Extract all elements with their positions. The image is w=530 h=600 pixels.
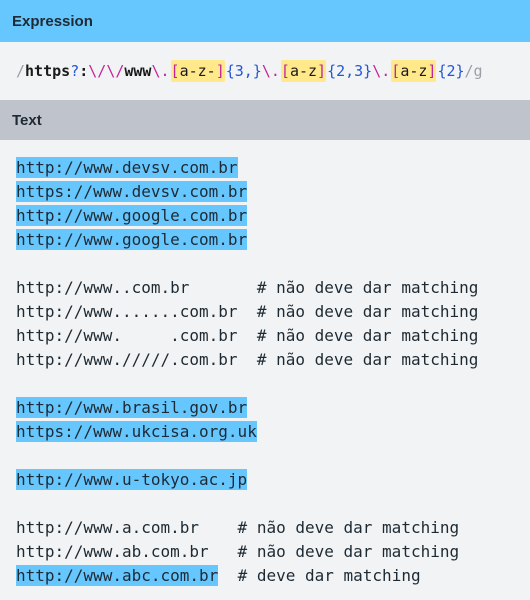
expression-token-esc: \. [261, 62, 280, 80]
text-line: http://www.ab.com.br # não deve dar matc… [16, 540, 530, 564]
class-range: a-z [400, 62, 428, 80]
expression-token-cls: [a-z] [391, 60, 437, 82]
unmatched-text: http://www.......com.br # não deve dar m… [16, 302, 479, 321]
expression-token-lit: www [124, 62, 152, 80]
regex-tester: Expression / https?: \/\/www \. [a-z-] {3,} \.… [0, 0, 530, 600]
expression-token-cls: [a-z-] [170, 60, 225, 82]
class-open-bracket: [ [280, 62, 290, 80]
text-line: http://www.brasil.gov.br [16, 396, 530, 420]
unmatched-text: http://www./////.com.br # não deve dar m… [16, 350, 479, 369]
match-highlight: http://www.brasil.gov.br [16, 397, 248, 418]
unmatched-text: http://www.a.com.br # não deve dar match… [16, 518, 460, 537]
expression-token-quant: {2,3} [327, 62, 373, 80]
unmatched-text: http://www. .com.br # não deve dar match… [16, 326, 479, 345]
text-line: https://www.devsv.com.br [16, 180, 530, 204]
class-range: a-z- [179, 62, 216, 80]
text-line: https://www.ukcisa.org.uk [16, 420, 530, 444]
match-highlight: http://www.u-tokyo.ac.jp [16, 469, 248, 490]
expression-token-flags: /g [464, 62, 483, 80]
test-text-editor[interactable]: http://www.devsv.com.br https://www.devsv… [0, 140, 530, 588]
text-line [16, 252, 530, 276]
text-line: http://www.a.com.br # não deve dar match… [16, 516, 530, 540]
text-line: http://www. .com.br # não deve dar match… [16, 324, 530, 348]
expression-token-esc: \. [151, 62, 170, 80]
class-open-bracket: [ [170, 62, 180, 80]
unmatched-text: http://www..com.br # não deve dar matchi… [16, 278, 479, 297]
match-highlight: http://www.abc.com.br [16, 565, 219, 586]
match-highlight: http://www.google.com.br [16, 229, 248, 250]
expression-token-cls: [a-z] [280, 60, 327, 82]
class-open-bracket: [ [391, 62, 401, 80]
expression-token-lit: https [25, 62, 71, 80]
expression-header: Expression [0, 0, 530, 42]
expression-header-label: Expression [12, 12, 93, 30]
class-close-bracket: ] [215, 62, 225, 80]
expression-token-esc: \. [372, 62, 391, 80]
text-line [16, 444, 530, 468]
text-line: http://www.u-tokyo.ac.jp [16, 468, 530, 492]
text-line: http://www.devsv.com.br [16, 156, 530, 180]
text-line: http://www..com.br # não deve dar matchi… [16, 276, 530, 300]
text-line: http://www.abc.com.br # deve dar matchin… [16, 564, 530, 588]
class-close-bracket: ] [427, 62, 437, 80]
text-line: http://www./////.com.br # não deve dar m… [16, 348, 530, 372]
class-close-bracket: ] [317, 62, 327, 80]
match-highlight: http://www.google.com.br [16, 205, 248, 226]
text-header: Text [0, 100, 530, 140]
expression-token-delim: / [16, 62, 26, 80]
expression-token-esc: \/ [106, 62, 125, 80]
unmatched-text: http://www.ab.com.br # não deve dar matc… [16, 542, 460, 561]
match-highlight: https://www.devsv.com.br [16, 181, 248, 202]
expression-token-quant: {3,} [225, 62, 262, 80]
expression-input[interactable]: / https?: \/\/www \. [a-z-] {3,} \. [a-z] {2,3} \… [0, 42, 530, 100]
expression-token-esc: \/ [88, 62, 107, 80]
match-highlight: http://www.devsv.com.br [16, 157, 238, 178]
expression-token-lit: : [79, 62, 89, 80]
text-line: http://www.google.com.br [16, 204, 530, 228]
expression-token-quant: {2} [437, 62, 465, 80]
text-line [16, 492, 530, 516]
text-line [16, 372, 530, 396]
class-range: a-z [289, 62, 318, 80]
text-line: http://www.......com.br # não deve dar m… [16, 300, 530, 324]
unmatched-text: # deve dar matching [218, 566, 421, 585]
text-header-label: Text [12, 111, 42, 129]
match-highlight: https://www.ukcisa.org.uk [16, 421, 257, 442]
text-line: http://www.google.com.br [16, 228, 530, 252]
expression-token-quant: ? [70, 62, 80, 80]
